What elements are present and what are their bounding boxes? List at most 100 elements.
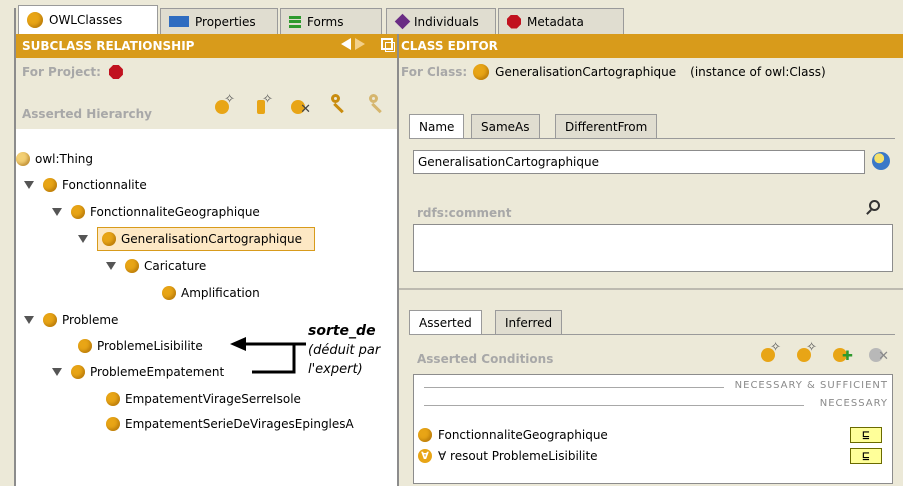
nec-suf-line [424,387,724,388]
expand-toggle-icon[interactable] [106,262,116,270]
remove-condition-icon[interactable]: ✕ [867,340,891,364]
tab-differentfrom[interactable]: DifferentFrom [555,114,658,138]
expand-toggle-icon[interactable] [24,316,34,324]
key-dim-icon[interactable] [365,92,389,116]
create-subclass-icon[interactable]: ✧ [213,92,237,116]
for-project-row: For Project: [16,58,397,86]
tab-name[interactable]: Name [409,114,465,138]
tab-properties[interactable]: Properties [160,8,278,34]
tree-node-fonctionnalite[interactable]: Fonctionnalite [24,175,147,195]
tree-node-label: Amplification [181,286,260,300]
all-values-icon: ∀ [418,449,432,463]
tree-node-probleme-lisibilite[interactable]: ProblemeLisibilite [78,336,203,356]
class-editor-title: CLASS EDITOR [401,39,498,53]
subclass-panel: SUBCLASS RELATIONSHIP For Project: Asser… [14,34,397,486]
condition-text: FonctionnaliteGeographique [438,428,608,442]
tree-node-empatement-virage[interactable]: EmpatementVirageSerreIsole [106,389,301,409]
for-class-row: For Class: GeneralisationCartographique … [399,58,903,86]
tab-label: Metadata [527,14,584,29]
name-tabs: Name SameAs DifferentFrom [409,108,889,138]
expand-toggle-icon[interactable] [24,181,34,189]
add-named-class-icon[interactable]: ✧ [759,340,783,364]
necessary-label: NECESSARY [819,398,888,409]
expand-toggle-icon[interactable] [78,235,88,243]
tree-node-label: owl:Thing [35,152,94,166]
class-icon [16,152,30,166]
hierarchy-tools: ✧ ✧ ✕ [213,92,389,117]
back-arrow-icon[interactable] [341,38,351,50]
annotation-line2: l'expert) [308,362,363,377]
delete-class-icon[interactable]: ✕ [289,92,313,117]
tab-sameas[interactable]: SameAs [471,114,540,138]
asserted-conditions-title: Asserted Conditions [417,352,554,366]
forms-icon [289,15,301,28]
class-icon [162,286,176,300]
class-icon [102,232,116,246]
tree-node-fonctionnalite-geographique[interactable]: FonctionnaliteGeographique [52,202,260,222]
class-icon [418,428,432,442]
expand-toggle-icon[interactable] [52,208,62,216]
owl-class-icon [27,12,43,28]
tab-bar-edge [14,8,16,34]
tab-label: Forms [307,14,344,29]
tree-node-label: Fonctionnalite [62,178,147,192]
tab-label: Individuals [414,14,479,29]
tree-node-label: EmpatementVirageSerreIsole [125,392,301,406]
class-icon [106,417,120,431]
instance-of-text: (instance of owl:Class) [690,65,826,79]
expand-toggle-icon[interactable] [52,368,62,376]
condition-tabs: Asserted Inferred [409,304,889,334]
tab-metadata[interactable]: Metadata [498,8,624,34]
tree-node-label: FonctionnaliteGeographique [90,205,260,219]
class-icon [71,205,85,219]
tab-label: OWLClasses [49,13,123,27]
header-tools [341,38,395,52]
subclass-badge[interactable]: ⊑ [850,448,882,464]
condition-row[interactable]: ∀ ∀ resout ProblemeLisibilite [418,447,598,465]
class-icon [43,313,57,327]
for-class-label: For Class: [401,65,468,79]
window-icon[interactable] [381,38,395,52]
condition-row[interactable]: FonctionnaliteGeographique [418,426,608,444]
class-icon [473,64,490,80]
tree-node-label: ProblemeLisibilite [97,339,203,353]
selected-node-box[interactable]: GeneralisationCartographique [97,227,315,251]
globe-icon[interactable] [872,152,890,170]
add-restriction-icon[interactable]: ✧ [795,340,819,364]
class-icon [125,259,139,273]
metadata-icon [507,14,521,29]
for-project-label: For Project: [22,65,101,79]
rdfs-comment-field[interactable] [413,224,893,272]
necessary-line [424,405,804,406]
tab-owlclasses[interactable]: OWLClasses [18,5,158,34]
section-separator [399,288,903,290]
tree-node-probleme-empatement[interactable]: ProblemeEmpatement [52,362,224,382]
hierarchy-title-row: Asserted Hierarchy ✧ ✧ ✕ [16,86,397,129]
tree-node-amplification[interactable]: Amplification [162,283,260,303]
tree-node-label: Caricature [144,259,207,273]
class-editor-panel: CLASS EDITOR For Class: GeneralisationCa… [399,34,903,486]
tree-node-owl-thing[interactable]: owl:Thing [16,149,93,169]
subclass-header-title: SUBCLASS RELATIONSHIP [22,39,195,53]
individuals-icon [394,13,411,30]
add-condition-icon[interactable]: ✚ [831,340,855,364]
tree-node-empatement-serie[interactable]: EmpatementSerieDeViragesEpinglesA [106,414,354,434]
tab-inferred[interactable]: Inferred [495,310,563,334]
class-name-field[interactable]: GeneralisationCartographique [413,150,865,174]
subclass-badge[interactable]: ⊑ [850,427,882,443]
conditions-list: NECESSARY & SUFFICIENT NECESSARY Fonctio… [413,374,893,484]
class-icon [106,392,120,406]
tab-individuals[interactable]: Individuals [386,8,496,34]
annotation-title: sorte_de [308,323,376,339]
forward-arrow-icon[interactable] [355,38,365,50]
tree-node-generalisation-cartographique[interactable]: GeneralisationCartographique [78,227,315,251]
search-icon[interactable] [869,200,880,211]
top-tab-bar: OWLClasses Properties Forms Individuals … [0,0,903,34]
key-icon[interactable] [327,92,351,116]
create-sibling-icon[interactable]: ✧ [251,92,275,116]
tree-node-caricature[interactable]: Caricature [106,256,206,276]
tab-forms[interactable]: Forms [280,8,382,34]
for-class-value: GeneralisationCartographique [495,65,677,79]
tree-node-probleme[interactable]: Probleme [24,310,118,330]
tab-asserted[interactable]: Asserted [409,310,482,334]
